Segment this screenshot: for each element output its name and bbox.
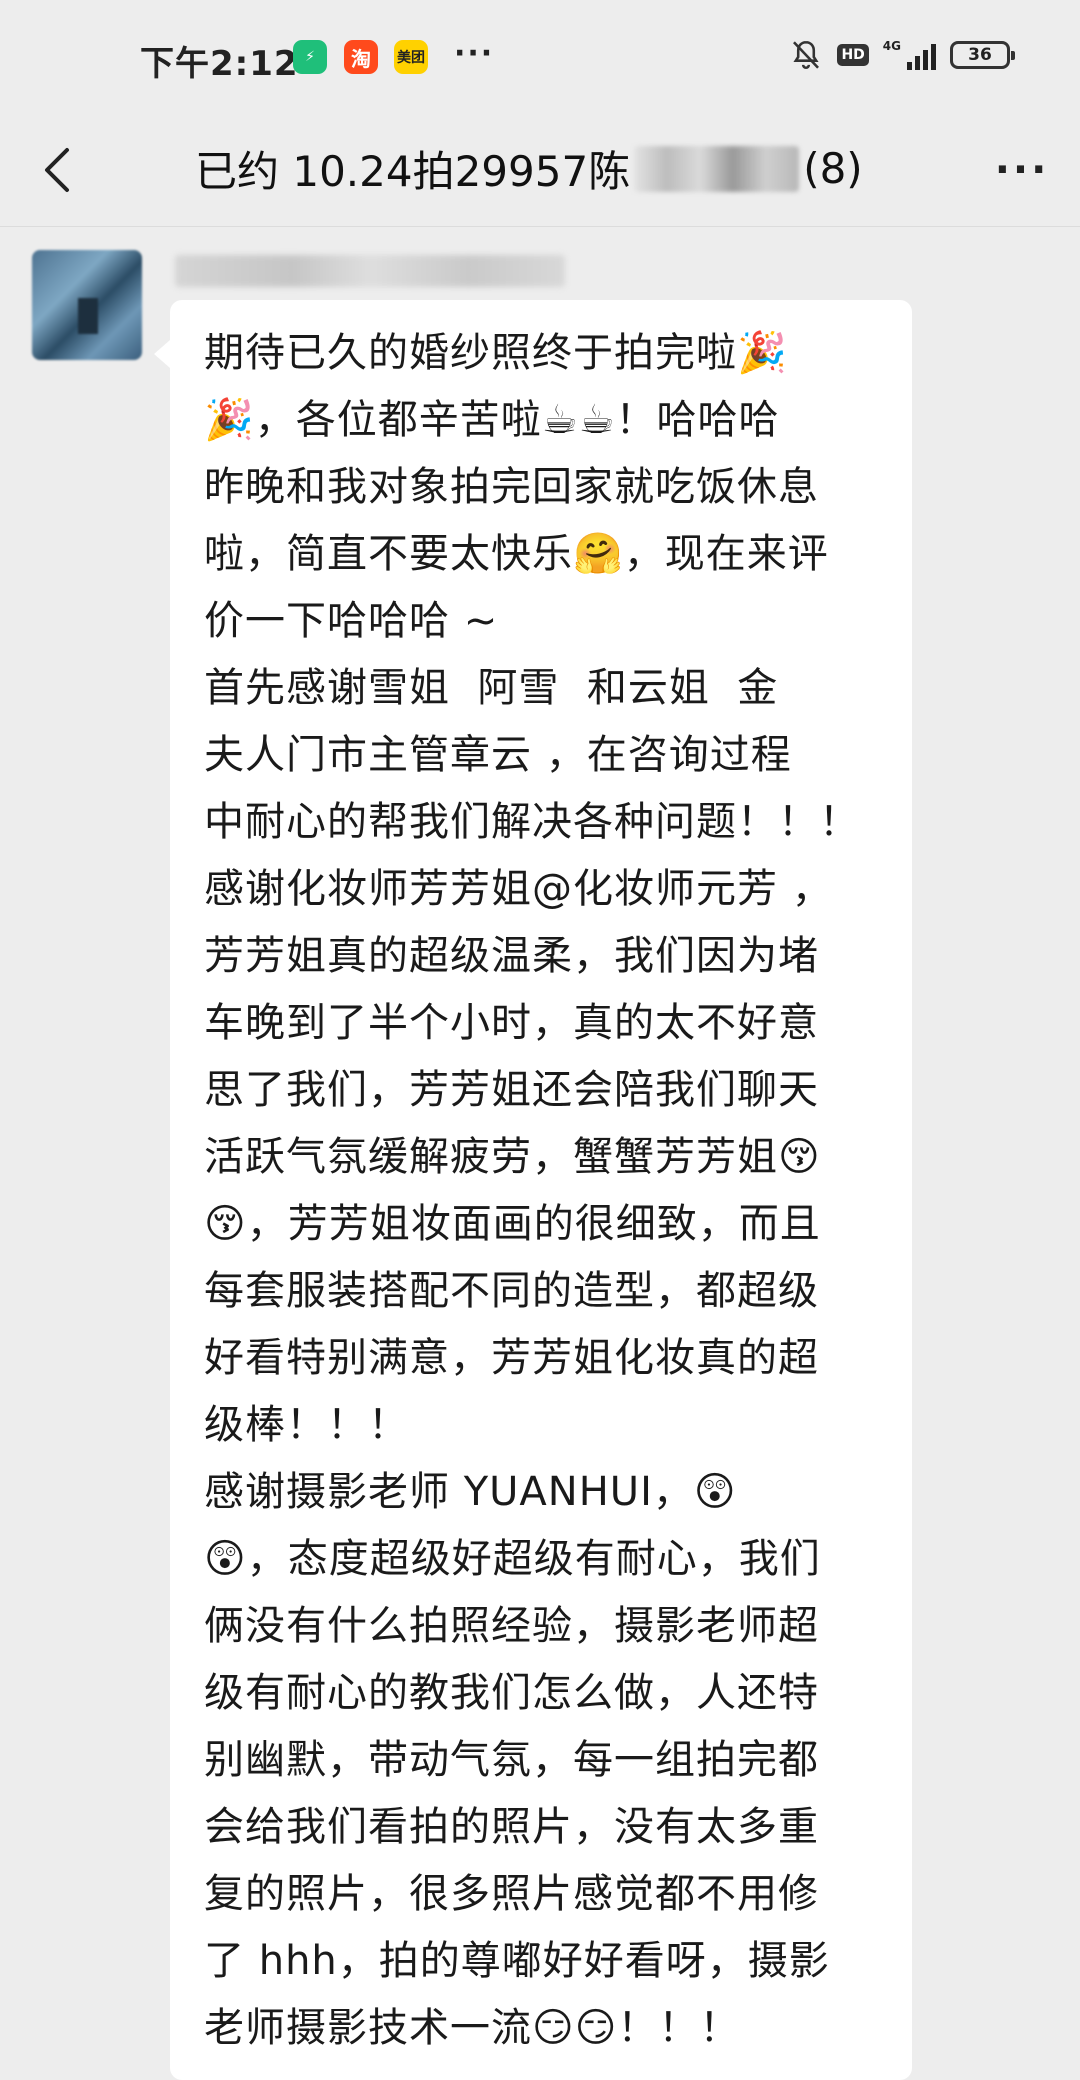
battery-icon: 36 (950, 41, 1015, 69)
battery-level: 36 (968, 45, 992, 65)
status-time: 下午2:12 (140, 44, 299, 84)
hd-badge: HD (837, 44, 869, 66)
network-type: 4G (882, 39, 901, 53)
chevron-left-icon (45, 148, 69, 192)
sender-avatar[interactable] (32, 250, 142, 360)
redacted-name (634, 145, 800, 192)
taobao-icon: 淘 (344, 40, 378, 74)
status-indicators: HD 4G 36 (789, 38, 1015, 72)
sender-name-redacted (175, 255, 565, 287)
signal-strength-icon: 4G (883, 40, 936, 70)
message-text: 期待已久的婚纱照终于拍完啦🎉 🎉，各位都辛苦啦☕☕！哈哈哈 昨晚和我对象拍完回家… (204, 330, 860, 2051)
message-bubble[interactable]: 期待已久的婚纱照终于拍完啦🎉 🎉，各位都辛苦啦☕☕！哈哈哈 昨晚和我对象拍完回家… (154, 300, 912, 2080)
green-app-icon: ⚡ (293, 40, 327, 74)
bell-muted-icon (793, 40, 820, 69)
meituan-icon: 美团 (394, 40, 428, 74)
status-bar: 下午2:12 ⚡ 淘 美团 ··· HD 4G 36 (0, 0, 1080, 118)
more-icon: ··· (994, 147, 1050, 193)
more-options-button[interactable]: ··· (990, 140, 1054, 200)
member-count: (8) (803, 144, 863, 193)
more-notifications-icon: ··· (454, 36, 495, 71)
chat-header: 已约 10.24拍29957陈 (8) ··· (0, 118, 1080, 227)
back-button[interactable] (28, 140, 88, 200)
chat-title-prefix: 已约 10.24拍29957陈 (195, 147, 631, 196)
chat-title: 已约 10.24拍29957陈 (8) (195, 138, 895, 199)
